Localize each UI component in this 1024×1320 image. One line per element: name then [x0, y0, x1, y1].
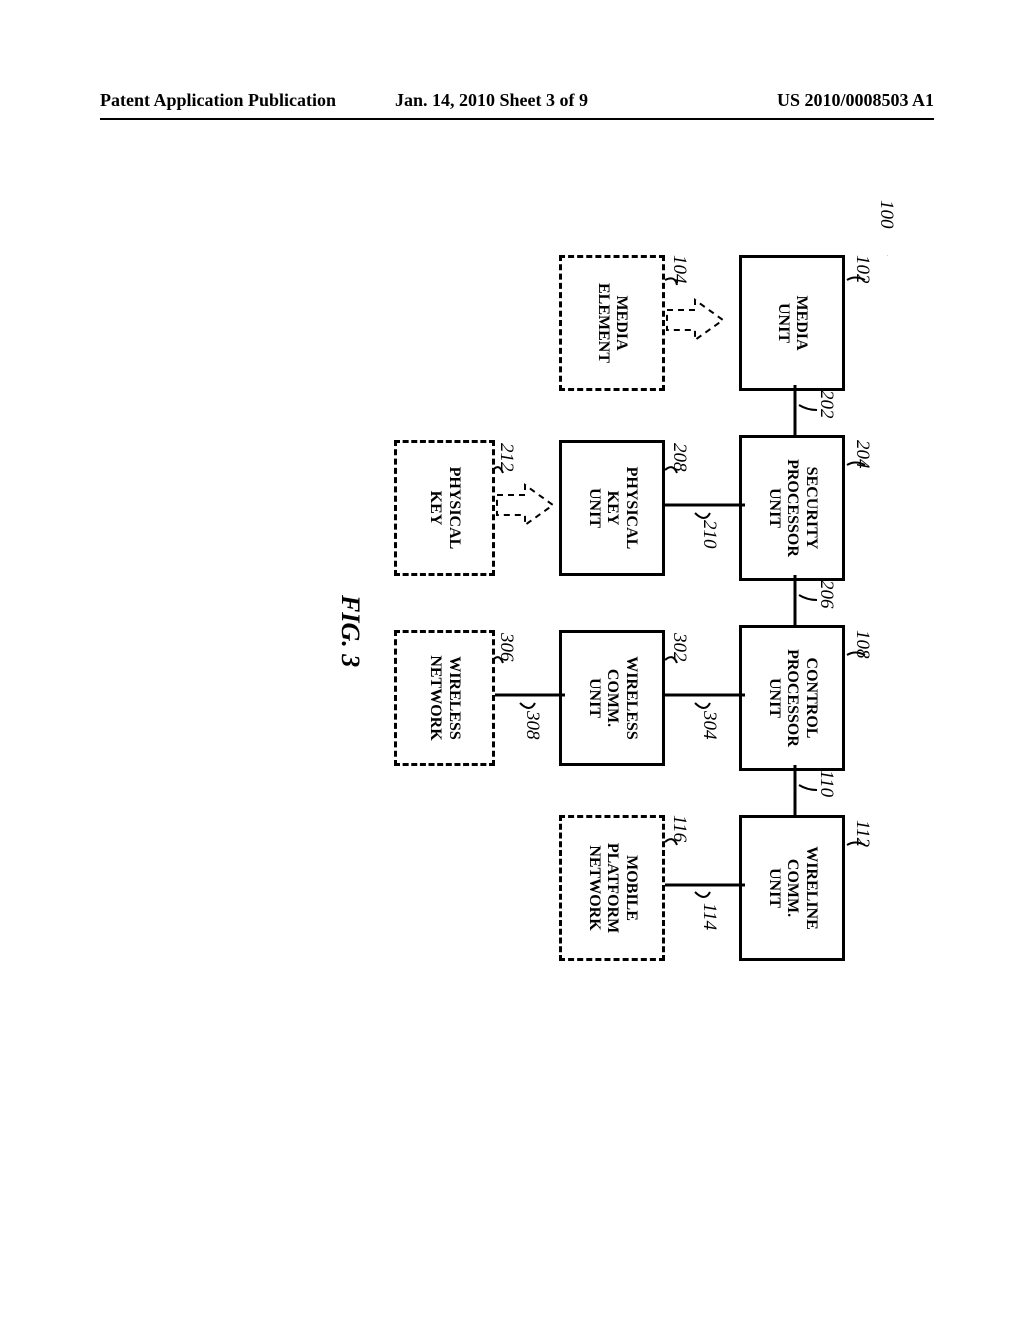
box-security-processor-unit: SECURITY PROCESSOR UNIT	[739, 435, 845, 581]
box-wireless-network: WIRELESS NETWORK	[394, 630, 495, 766]
ref-212: 212	[495, 443, 517, 472]
header-left: Patent Application Publication	[100, 90, 336, 111]
header-rule	[100, 118, 934, 120]
wireline-comm-label: WIRELINE COMM. UNIT	[764, 846, 819, 930]
physical-key-label: PHYSICAL KEY	[426, 467, 463, 550]
ref-112: 112	[851, 820, 873, 847]
box-media-unit: MEDIA UNIT	[739, 255, 845, 391]
ref-304: 304	[698, 711, 720, 740]
ref-204: 204	[851, 440, 873, 469]
security-proc-label: SECURITY PROCESSOR UNIT	[764, 459, 819, 557]
ref-302: 302	[668, 633, 690, 662]
ref-210: 210	[698, 520, 720, 549]
header-right: US 2010/0008503 A1	[777, 90, 934, 111]
header-center: Jan. 14, 2010 Sheet 3 of 9	[395, 90, 588, 111]
ref-104: 104	[668, 255, 690, 284]
physical-key-unit-label: PHYSICAL KEY UNIT	[584, 467, 639, 550]
box-control-processor-unit: CONTROL PROCESSOR UNIT	[739, 625, 845, 771]
ref-308: 308	[521, 711, 543, 740]
wireless-comm-label: WIRELESS COMM. UNIT	[584, 656, 639, 740]
control-proc-label: CONTROL PROCESSOR UNIT	[764, 649, 819, 747]
ref-114: 114	[698, 903, 720, 930]
page: Patent Application Publication Jan. 14, …	[0, 0, 1024, 1320]
ref-102: 102	[851, 255, 873, 284]
mobile-platform-label: MOBILE PLATFORM NETWORK	[584, 843, 639, 933]
wireless-net-label: WIRELESS NETWORK	[426, 655, 463, 740]
box-physical-key-unit: PHYSICAL KEY UNIT	[559, 440, 665, 576]
diagram-fig3: MEDIA UNIT SECURITY PROCESSOR UNIT CONTR…	[125, 255, 895, 975]
box-wireless-comm-unit: WIRELESS COMM. UNIT	[559, 630, 665, 766]
box-mobile-platform-network: MOBILE PLATFORM NETWORK	[559, 815, 665, 961]
ref-208: 208	[668, 443, 690, 472]
ref-100: 100	[875, 200, 897, 229]
ref-202: 202	[815, 390, 837, 419]
media-unit-label: MEDIA UNIT	[774, 295, 811, 350]
ref-206: 206	[815, 580, 837, 609]
ref-306: 306	[495, 633, 517, 662]
figure-label: FIG. 3	[335, 595, 365, 667]
ref-116: 116	[668, 815, 690, 842]
box-wireline-comm-unit: WIRELINE COMM. UNIT	[739, 815, 845, 961]
box-media-element: MEDIA ELEMENT	[559, 255, 665, 391]
box-physical-key: PHYSICAL KEY	[394, 440, 495, 576]
ref-110: 110	[815, 770, 837, 797]
media-element-label: MEDIA ELEMENT	[594, 283, 631, 363]
ref-108: 108	[851, 630, 873, 659]
